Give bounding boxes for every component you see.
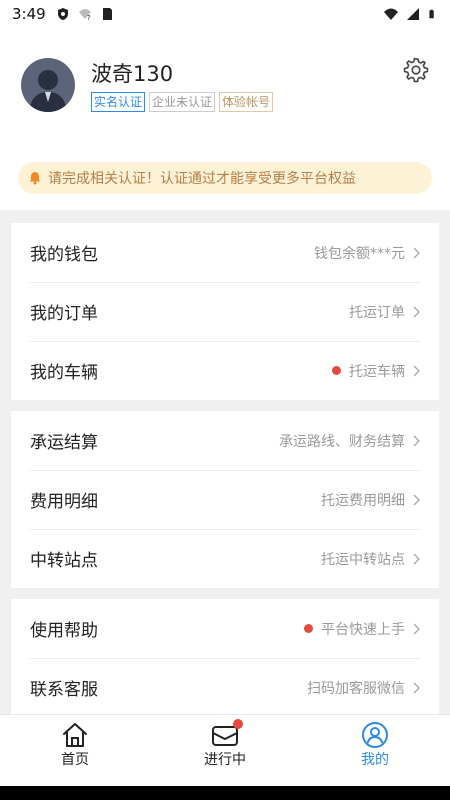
svg-text:?: ? (87, 14, 91, 21)
row-title: 中转站点 (30, 551, 98, 571)
row-hint: 托运订单 (349, 302, 421, 322)
nav-label: 进行中 (204, 752, 246, 768)
row-hint: 钱包余额***元 (314, 243, 421, 263)
row-wallet[interactable]: 我的钱包 钱包余额***元 (11, 223, 439, 282)
status-time: 3:49 (12, 5, 46, 23)
notice-text: 请完成相关认证！认证通过才能享受更多平台权益 (48, 171, 356, 187)
nav-mine[interactable]: 我的 (300, 715, 450, 775)
chevron-right-icon (413, 623, 420, 634)
row-customer-service[interactable]: 联系客服 扫码加客服微信 (11, 658, 439, 717)
gear-icon[interactable] (403, 57, 429, 83)
row-hint: 平台快速上手 (304, 619, 421, 639)
wifi-icon (384, 8, 398, 20)
row-title: 费用明细 (30, 492, 98, 512)
home-icon (63, 723, 87, 747)
row-transfer-stations[interactable]: 中转站点 托运中转站点 (11, 529, 439, 588)
chevron-right-icon (413, 306, 420, 317)
chevron-right-icon (413, 494, 420, 505)
notification-dot (304, 624, 313, 633)
row-vehicles[interactable]: 我的车辆 托运车辆 (11, 341, 439, 400)
user-icon (362, 722, 388, 748)
verification-badges: 实名认证 企业未认证 体验帐号 (91, 92, 274, 112)
battery-icon (429, 9, 434, 19)
chevron-right-icon (413, 553, 420, 564)
chevron-right-icon (413, 435, 420, 446)
nav-label: 首页 (61, 752, 89, 768)
avatar[interactable] (21, 58, 75, 112)
profile-header: 波奇130 实名认证 企业未认证 体验帐号 请完成相关认证！认证通过才能享受更多… (0, 28, 450, 210)
bell-icon (29, 172, 41, 185)
section-support: 使用帮助 平台快速上手 联系客服 扫码加客服微信 (11, 599, 439, 717)
row-hint: 托运车辆 (332, 361, 421, 381)
nav-label: 我的 (361, 752, 389, 768)
row-settlement[interactable]: 承运结算 承运路线、财务结算 (11, 411, 439, 470)
row-fee-details[interactable]: 费用明细 托运费用明细 (11, 470, 439, 529)
verification-notice[interactable]: 请完成相关认证！认证通过才能享受更多平台权益 (18, 162, 432, 194)
section-finance: 承运结算 承运路线、财务结算 费用明细 托运费用明细 中转站点 托运中转站点 (11, 411, 439, 588)
row-hint: 扫码加客服微信 (307, 678, 421, 698)
notification-dot (233, 719, 243, 729)
notification-dot (332, 366, 341, 375)
row-title: 我的订单 (30, 304, 98, 324)
row-hint: 承运路线、财务结算 (279, 431, 421, 451)
sd-card-icon (102, 8, 112, 20)
row-orders[interactable]: 我的订单 托运订单 (11, 282, 439, 341)
nav-home[interactable]: 首页 (0, 715, 150, 775)
enterprise-badge[interactable]: 企业未认证 (149, 92, 216, 112)
username: 波奇130 (91, 62, 174, 86)
trial-account-badge[interactable]: 体验帐号 (219, 92, 274, 112)
user-silhouette-icon (29, 70, 67, 112)
row-title: 承运结算 (30, 433, 98, 453)
row-hint: 托运中转站点 (321, 549, 421, 569)
chevron-right-icon (413, 682, 420, 693)
wifi-question-icon: ? (78, 9, 91, 21)
row-help[interactable]: 使用帮助 平台快速上手 (11, 599, 439, 658)
row-title: 我的车辆 (30, 363, 98, 383)
nav-in-progress[interactable]: 进行中 (150, 715, 300, 775)
real-name-badge[interactable]: 实名认证 (91, 92, 146, 112)
signal-icon (407, 8, 419, 20)
row-title: 使用帮助 (30, 621, 98, 641)
section-account: 我的钱包 钱包余额***元 我的订单 托运订单 我的车辆 托运车辆 (11, 223, 439, 400)
row-title: 联系客服 (30, 680, 98, 700)
chevron-right-icon (413, 247, 420, 258)
status-bar: 3:49 ? (0, 0, 450, 28)
chevron-right-icon (413, 365, 420, 376)
shield-icon (57, 8, 68, 20)
row-title: 我的钱包 (30, 245, 98, 265)
row-hint: 托运费用明细 (321, 490, 421, 510)
system-nav-bar (0, 786, 450, 800)
